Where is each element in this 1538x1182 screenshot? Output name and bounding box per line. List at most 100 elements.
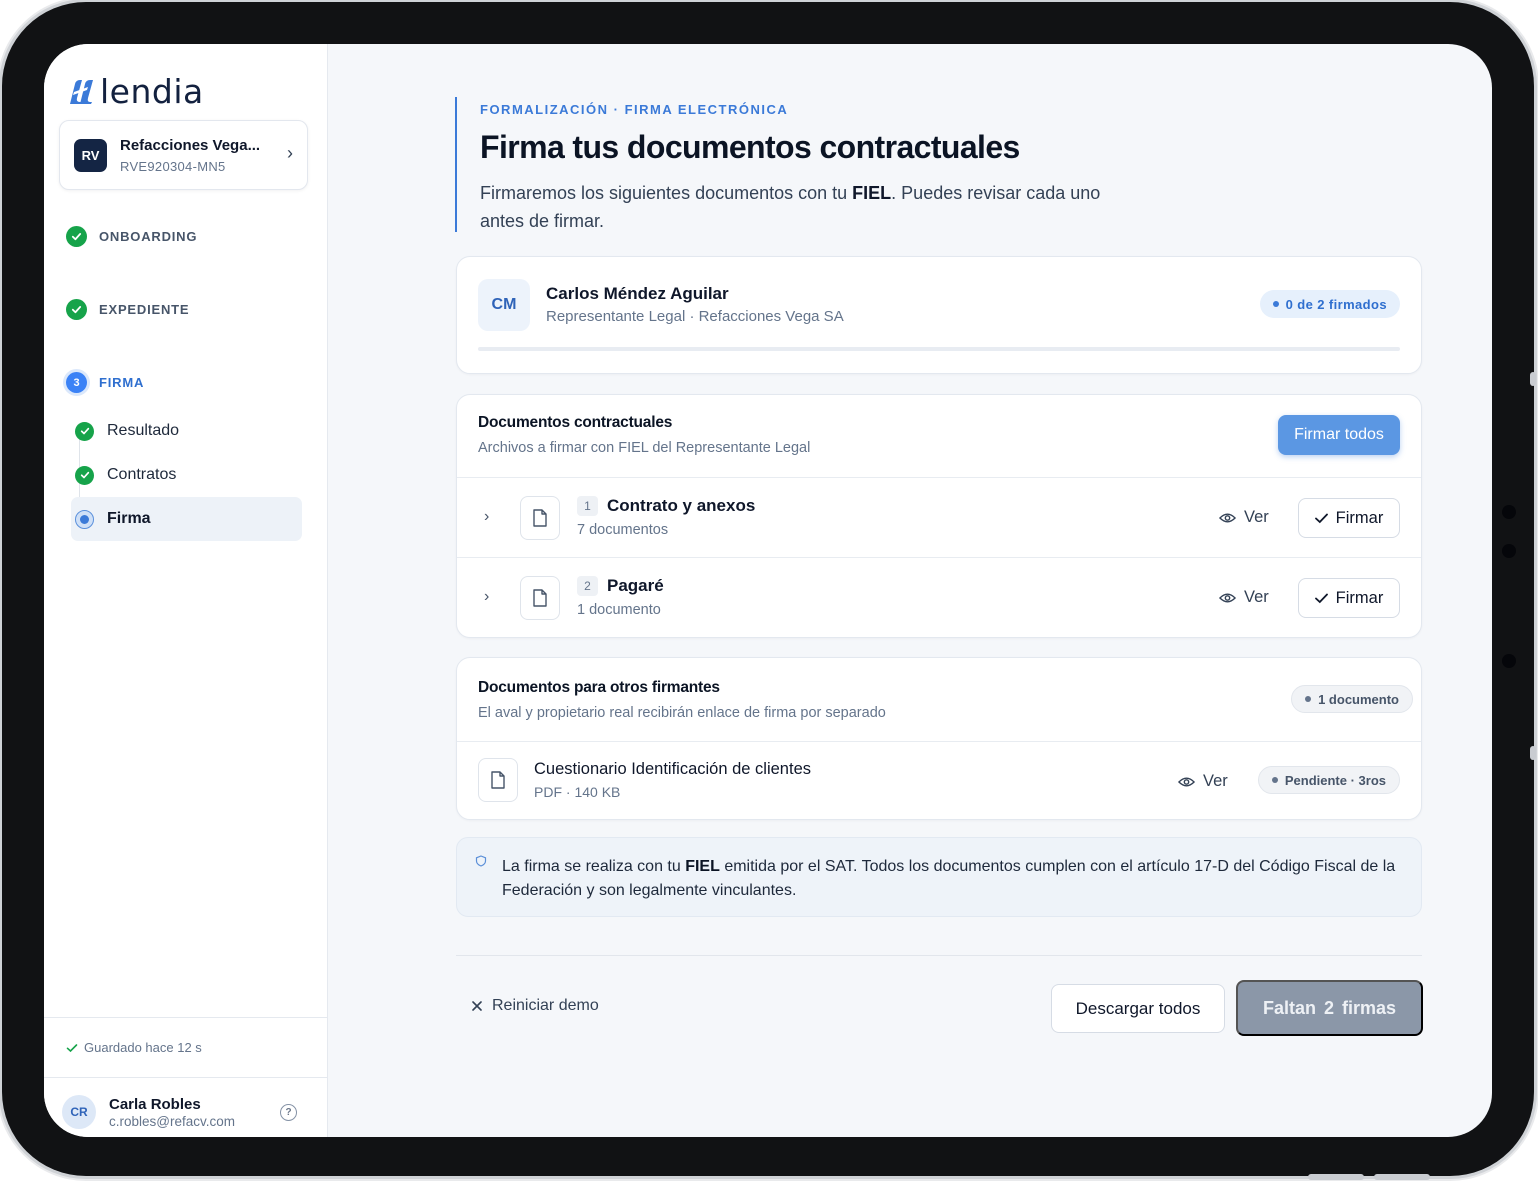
view-label: Ver	[1244, 508, 1269, 526]
check-icon	[1314, 513, 1328, 523]
signer-name: Carlos Méndez Aguilar	[546, 284, 729, 303]
page-title: Firma tus documentos contractuales	[480, 129, 1020, 165]
signer-avatar: CM	[478, 279, 530, 331]
view-button[interactable]: Ver	[1219, 588, 1269, 607]
sign-button[interactable]: Firmar	[1298, 578, 1400, 618]
section-subtitle: Archivos a firmar con FIEL del Represent…	[478, 440, 811, 456]
subtitle-text: Firmaremos los siguientes documentos con…	[480, 183, 853, 203]
substep-firma[interactable]: Firma	[71, 497, 302, 541]
save-status-text: Guardado hace 12 s	[84, 1040, 202, 1055]
eye-icon	[1178, 777, 1195, 786]
file-icon	[520, 576, 560, 620]
document-row[interactable]: › 2 Pagaré 1 documento Ver Firmar	[457, 557, 1421, 637]
view-label: Ver	[1203, 772, 1228, 790]
close-icon	[472, 1001, 482, 1011]
user-name: Carla Robles	[109, 1096, 201, 1113]
document-row[interactable]: › 1 Contrato y anexos 7 documentos Ver F…	[457, 477, 1421, 557]
file-icon	[520, 496, 560, 540]
substep-label: Contratos	[107, 466, 177, 483]
view-button[interactable]: Ver	[1219, 508, 1269, 527]
company-name: Refacciones Vega...	[120, 137, 261, 154]
sign-button[interactable]: Firmar	[1298, 498, 1400, 538]
sign-all-button[interactable]: Firmar todos	[1278, 415, 1400, 455]
signer-role: Representante Legal · Refacciones Vega S…	[546, 308, 844, 325]
substep-label: Resultado	[107, 422, 180, 439]
bottom-button	[1308, 1174, 1364, 1180]
signed-count-text: 0 de 2 firmados	[1285, 296, 1387, 312]
step-label: ONBOARDING	[99, 229, 198, 244]
brand-name: lendia	[100, 72, 204, 111]
user-profile[interactable]: CR Carla Robles c.robles@refacv.com ?	[44, 1077, 327, 1137]
step-expediente[interactable]: EXPEDIENTE	[66, 299, 189, 320]
badge-text: 1 documento	[1318, 691, 1399, 707]
check-circle-icon	[75, 465, 94, 485]
main-content: FORMALIZACIÓN · FIRMA ELECTRÓNICA Firma …	[455, 44, 1423, 1137]
document-count: 1 documento	[577, 602, 661, 618]
help-circle-icon[interactable]: ?	[280, 1104, 297, 1121]
signer-card: CM Carlos Méndez Aguilar Representante L…	[456, 256, 1422, 374]
file-icon	[478, 758, 518, 802]
avatar: CR	[62, 1095, 96, 1129]
side-button	[1530, 746, 1536, 760]
reset-label: Reiniciar demo	[492, 997, 599, 1014]
eye-icon	[1219, 513, 1236, 522]
signing-progress-bar	[478, 347, 1400, 351]
user-email: c.robles@refacv.com	[109, 1114, 235, 1129]
lendia-logo-icon	[70, 79, 93, 104]
chevron-right-icon: ›	[287, 143, 293, 163]
chevron-right-icon[interactable]: ›	[484, 588, 489, 606]
document-name: Contrato y anexos	[607, 496, 756, 515]
status-dot	[1305, 696, 1312, 702]
sign-label: Firmar	[1335, 508, 1384, 527]
divider	[456, 955, 1422, 956]
remaining-signatures-button[interactable]: Faltan 2 firmas	[1236, 980, 1423, 1036]
document-number: 1	[577, 496, 598, 516]
download-all-button[interactable]: Descargar todos	[1051, 984, 1225, 1033]
sign-label: Firmar	[1335, 588, 1384, 607]
document-row[interactable]: Cuestionario Identificación de clientes …	[457, 741, 1421, 821]
substep-contratos[interactable]: Contratos	[71, 453, 302, 497]
legal-notice: La firma se realiza con tu FIEL emitida …	[456, 837, 1422, 917]
status-text: Pendiente · 3ros	[1284, 772, 1386, 788]
view-button[interactable]: Ver	[1178, 772, 1228, 791]
breadcrumb: FORMALIZACIÓN · FIRMA ELECTRÓNICA	[480, 102, 789, 117]
signed-count-badge: 0 de 2 firmados	[1259, 290, 1400, 318]
eye-icon	[1219, 593, 1236, 602]
step-label: FIRMA	[99, 375, 145, 390]
section-title: Documentos contractuales	[478, 414, 673, 431]
camera-dot	[1502, 654, 1516, 668]
page-subtitle: Firmaremos los siguientes documentos con…	[480, 179, 1140, 235]
status-dot	[1272, 301, 1279, 307]
step-label: EXPEDIENTE	[99, 302, 190, 317]
company-rfc: RVE920304-MN5	[120, 159, 226, 174]
check-icon	[66, 1043, 78, 1052]
contract-documents-card: Documentos contractuales Archivos a firm…	[456, 394, 1422, 638]
subtitle-bold: FIEL	[852, 183, 892, 203]
sidebar: lendia RV Refacciones Vega... RVE920304-…	[44, 44, 328, 1137]
company-selector[interactable]: RV Refacciones Vega... RVE920304-MN5 ›	[59, 120, 308, 190]
document-name: Pagaré	[607, 576, 664, 595]
check-circle-icon	[66, 299, 87, 320]
legal-notice-text: La firma se realiza con tu FIEL emitida …	[502, 855, 1407, 903]
step-firma[interactable]: 3 FIRMA	[66, 372, 144, 393]
document-meta: PDF · 140 KB	[534, 784, 621, 800]
app-screen: lendia RV Refacciones Vega... RVE920304-…	[44, 44, 1492, 1137]
step-number: 3	[66, 372, 87, 393]
bottom-button	[1374, 1174, 1430, 1180]
check-circle-icon	[66, 226, 87, 247]
substep-label: Firma	[107, 510, 151, 527]
side-button	[1530, 372, 1536, 386]
other-signers-card: Documentos para otros firmantes El aval …	[456, 657, 1422, 820]
chevron-right-icon[interactable]: ›	[484, 508, 489, 526]
step-onboarding[interactable]: ONBOARDING	[66, 226, 197, 247]
substep-resultado[interactable]: Resultado	[71, 409, 302, 453]
section-title: Documentos para otros firmantes	[478, 679, 720, 696]
current-step-icon	[75, 509, 94, 529]
reset-demo-button[interactable]: Reiniciar demo	[472, 997, 599, 1015]
notice-bold: FIEL	[685, 858, 720, 875]
shield-icon	[475, 855, 487, 867]
notice-text: La firma se realiza con tu	[502, 858, 686, 875]
brand-logo[interactable]: lendia	[66, 72, 204, 111]
status-dot	[1271, 777, 1278, 783]
document-count-badge: 1 documento	[1291, 685, 1413, 713]
